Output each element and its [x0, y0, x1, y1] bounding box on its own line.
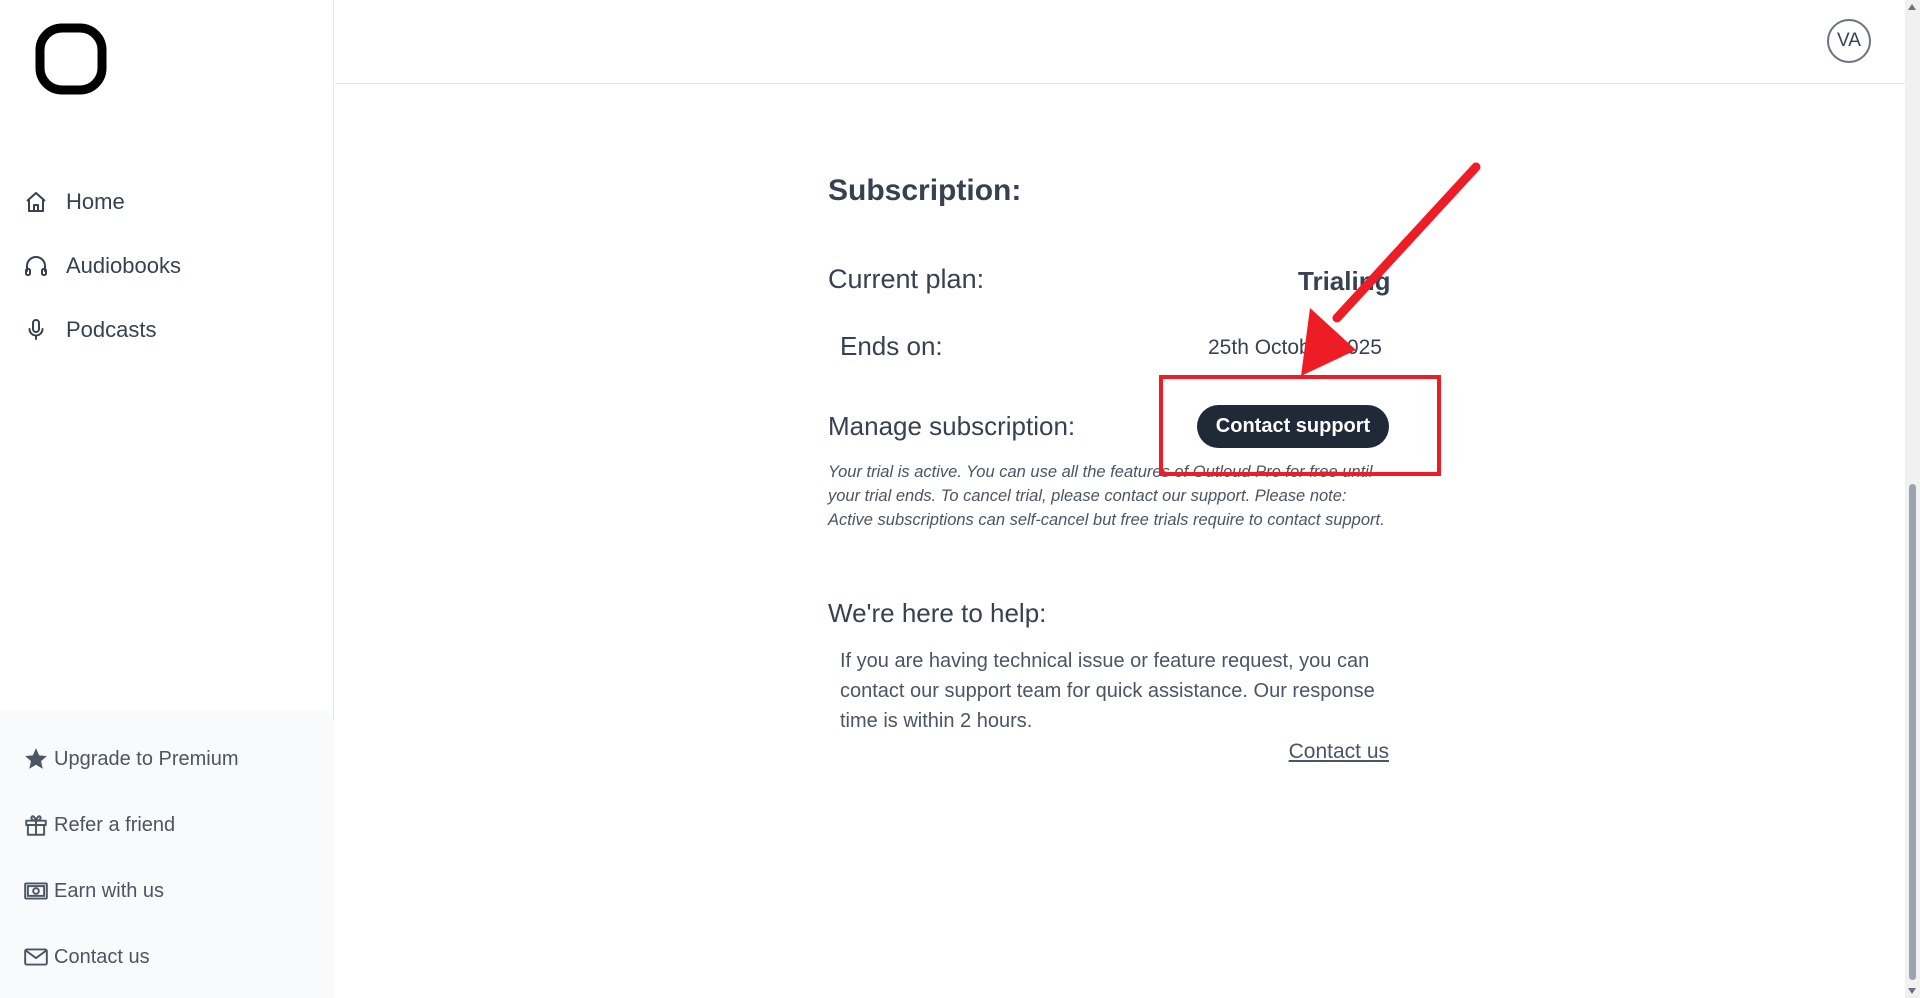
microphone-icon [24, 318, 48, 342]
contact-us-link[interactable]: Contact us [1289, 740, 1389, 764]
sidebar-bottom-panel: Upgrade to Premium Refer a friend Earn w… [0, 710, 334, 998]
mail-icon [23, 944, 49, 970]
ends-on-label: Ends on: [840, 331, 943, 361]
sidebar-item-label: Refer a friend [54, 813, 176, 836]
sidebar-item-label: Home [66, 189, 125, 214]
sidebar-item-label: Podcasts [66, 317, 157, 342]
home-icon [24, 190, 48, 214]
sidebar-item-home[interactable]: Home [0, 170, 334, 234]
help-title: We're here to help: [828, 598, 1047, 628]
sidebar-item-refer[interactable]: Refer a friend [0, 792, 334, 858]
subscription-title: Subscription: [828, 174, 1022, 207]
page-scrollbar[interactable] [1905, 0, 1920, 998]
headphones-icon [24, 254, 48, 278]
manage-subscription-label: Manage subscription: [828, 411, 1076, 441]
help-text: If you are having technical issue or fea… [840, 650, 1375, 732]
user-avatar[interactable]: VA [1827, 19, 1871, 63]
sidebar-item-podcasts[interactable]: Podcasts [0, 298, 334, 362]
sidebar-item-contact[interactable]: Contact us [0, 924, 334, 990]
gift-icon [23, 812, 49, 838]
app-logo[interactable] [35, 23, 107, 95]
money-icon [23, 878, 49, 904]
ends-on-value: 25th October 2025 [1208, 336, 1382, 359]
sidebar: Home Audiobooks Podcasts Upgrade to Prem… [0, 0, 334, 998]
sidebar-item-label: Audiobooks [66, 253, 181, 278]
top-header [335, 0, 1905, 84]
current-plan-value: Trialing [1298, 266, 1391, 296]
sidebar-item-label: Upgrade to Premium [54, 747, 239, 770]
star-icon [23, 746, 49, 772]
scroll-down-icon[interactable] [1908, 988, 1916, 994]
scrollbar-thumb[interactable] [1909, 484, 1916, 980]
trial-note: Your trial is active. You can use all th… [828, 463, 1385, 529]
scroll-up-icon[interactable] [1908, 4, 1916, 10]
current-plan-label: Current plan: [828, 264, 985, 294]
sidebar-nav: Home Audiobooks Podcasts [0, 170, 334, 362]
sidebar-item-audiobooks[interactable]: Audiobooks [0, 234, 334, 298]
sidebar-item-upgrade[interactable]: Upgrade to Premium [0, 726, 334, 792]
contact-support-button[interactable]: Contact support [1197, 405, 1389, 448]
sidebar-item-label: Earn with us [54, 879, 165, 902]
sidebar-item-label: Contact us [54, 945, 150, 968]
sidebar-item-earn[interactable]: Earn with us [0, 858, 334, 924]
